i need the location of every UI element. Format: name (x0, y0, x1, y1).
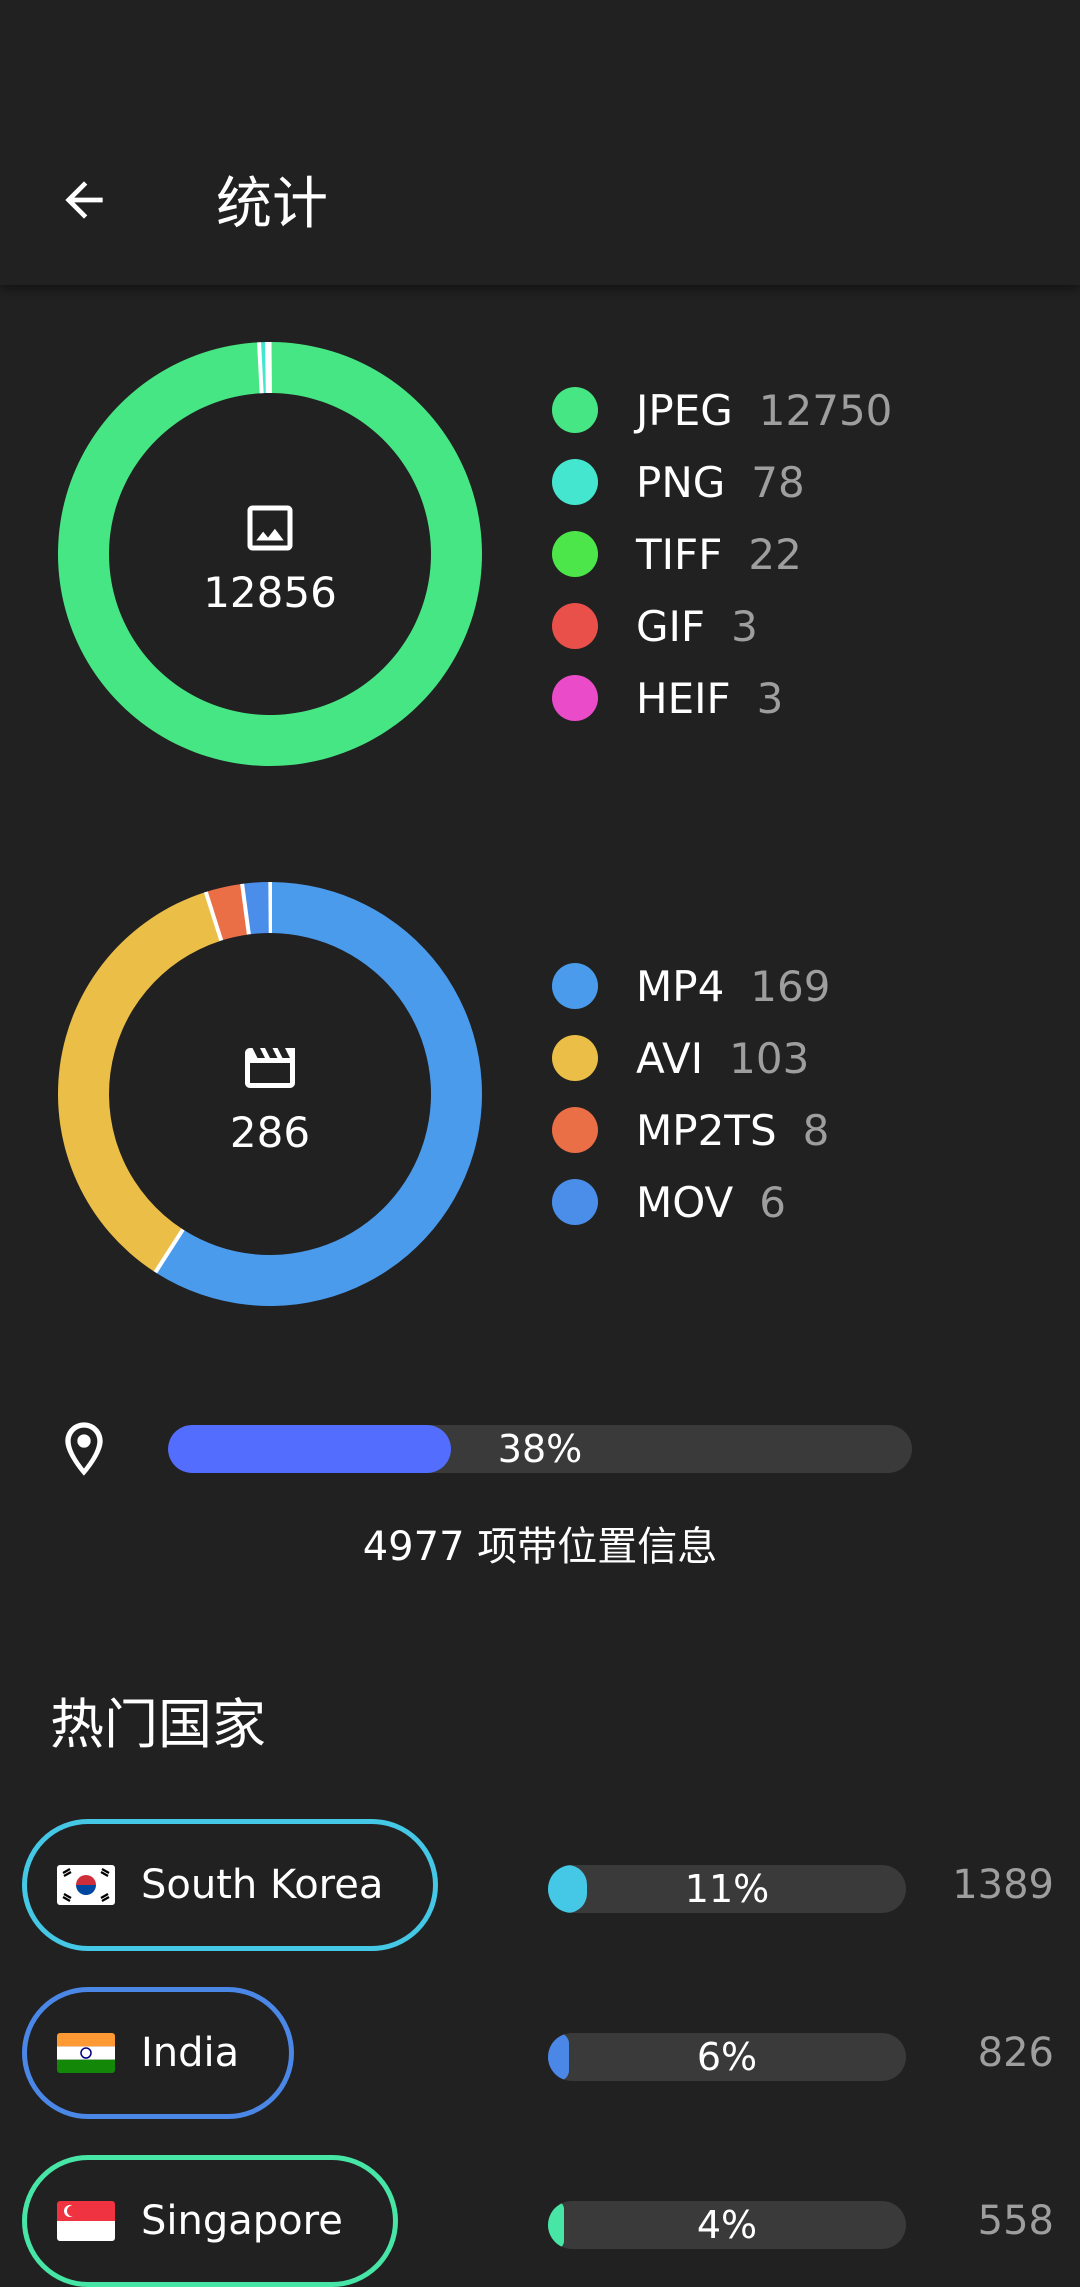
country-count: 558 (978, 2198, 1054, 2244)
legend-format-count: 78 (751, 458, 804, 507)
legend-item: GIF 3 (552, 590, 892, 662)
legend-color-dot (552, 1107, 598, 1153)
legend-format-count: 103 (729, 1034, 809, 1083)
back-button[interactable] (44, 160, 124, 240)
image-total: 12856 (58, 498, 482, 617)
legend-format-count: 8 (803, 1106, 830, 1155)
country-name: Singapore (141, 2198, 343, 2244)
singapore-flag-icon (57, 2201, 115, 2241)
legend-item: MP2TS 8 (552, 1094, 830, 1166)
country-percent: 4% (548, 2201, 906, 2249)
country-count: 1389 (952, 1862, 1054, 1908)
legend-color-dot (552, 1035, 598, 1081)
country-percent: 11% (548, 1865, 906, 1913)
legend-color-dot (552, 531, 598, 577)
video-icon (240, 1038, 300, 1098)
arrow-back-icon (56, 172, 112, 228)
country-chip-south-korea[interactable]: South Korea (22, 1819, 438, 1951)
legend-format-count: 12750 (759, 386, 893, 435)
page-title: 统计 (216, 170, 328, 240)
video-format-legend: MP4 169 AVI 103 MP2TS 8 MOV 6 (552, 950, 830, 1238)
country-count: 826 (978, 2030, 1054, 2076)
legend-item: PNG 78 (552, 446, 892, 518)
legend-color-dot (552, 459, 598, 505)
country-name: India (141, 2030, 239, 2076)
legend-color-dot (552, 963, 598, 1009)
legend-format-name: JPEG (636, 386, 733, 435)
country-percent: 6% (548, 2033, 906, 2081)
country-progress-bar: 4% (548, 2201, 906, 2249)
country-progress-bar: 11% (548, 1865, 906, 1913)
location-percent: 38% (168, 1425, 912, 1473)
legend-item: AVI 103 (552, 1022, 830, 1094)
donut-separator (259, 342, 262, 393)
country-chip-india[interactable]: India (22, 1987, 294, 2119)
legend-color-dot (552, 603, 598, 649)
legend-format-name: HEIF (636, 674, 731, 723)
legend-format-name: MP4 (636, 962, 724, 1011)
legend-item: TIFF 22 (552, 518, 892, 590)
legend-format-count: 3 (731, 602, 758, 651)
legend-format-count: 6 (759, 1178, 786, 1227)
country-name: South Korea (141, 1862, 383, 1908)
legend-color-dot (552, 387, 598, 433)
legend-format-name: TIFF (636, 530, 722, 579)
location-caption: 4977 项带位置信息 (0, 1514, 1080, 1572)
video-total: 286 (58, 1038, 482, 1157)
legend-color-dot (552, 675, 598, 721)
image-format-legend: JPEG12750PNG78TIFF22GIF3HEIF3 (552, 374, 892, 734)
country-progress-bar: 6% (548, 2033, 906, 2081)
legend-item: HEIF 3 (552, 662, 892, 734)
legend-format-count: 3 (757, 674, 784, 723)
legend-color-dot (552, 1179, 598, 1225)
image-icon (240, 498, 300, 558)
india-flag-icon (57, 2033, 115, 2073)
legend-format-name: PNG (636, 458, 725, 507)
image-total-count: 12856 (58, 568, 482, 617)
legend-item: JPEG 12750 (552, 374, 892, 446)
app-bar: 统计 (0, 0, 1080, 285)
location-progress-bar: 38% (168, 1425, 912, 1473)
video-total-count: 286 (58, 1108, 482, 1157)
legend-format-count: 169 (750, 962, 830, 1011)
legend-format-name: AVI (636, 1034, 703, 1083)
legend-item: MOV 6 (552, 1166, 830, 1238)
location-pin-icon (52, 1414, 116, 1488)
legend-format-count: 22 (748, 530, 801, 579)
legend-format-name: MOV (636, 1178, 733, 1227)
country-chip-singapore[interactable]: Singapore (22, 2155, 398, 2287)
legend-item: MP4 169 (552, 950, 830, 1022)
legend-format-name: GIF (636, 602, 705, 651)
south-korea-flag-icon (57, 1865, 115, 1905)
top-countries-title: 热门国家 (50, 1680, 266, 1759)
legend-format-name: MP2TS (636, 1106, 777, 1155)
